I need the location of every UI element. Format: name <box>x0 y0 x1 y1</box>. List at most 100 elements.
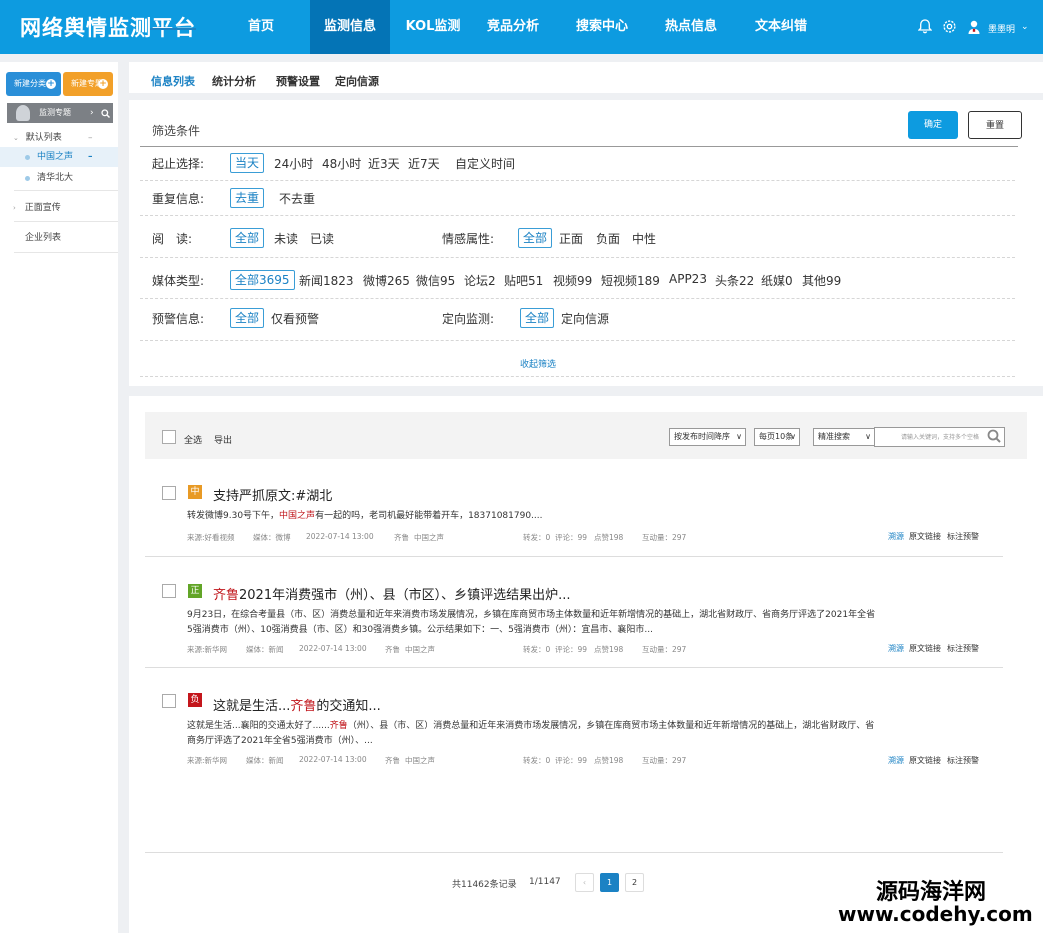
user-icon[interactable] <box>967 19 981 38</box>
original-link[interactable]: 原文链接 <box>909 531 941 542</box>
mark-alert-link[interactable]: 标注预警 <box>947 531 979 542</box>
keyword-highlight: 齐鲁 <box>213 588 240 603</box>
select-all-checkbox[interactable] <box>162 430 176 444</box>
media-option-app[interactable]: APP23 <box>669 272 707 286</box>
media-option-all[interactable]: 全部3695 <box>230 270 295 290</box>
read-option-unread[interactable]: 未读 <box>274 230 298 247</box>
news-title[interactable]: 这就是生活...齐鲁的交通知... <box>213 695 381 714</box>
nav-hot-info[interactable]: 热点信息 <box>658 0 724 54</box>
time-option-24h[interactable]: 24小时 <box>274 155 313 172</box>
bell-icon[interactable] <box>917 19 933 37</box>
time-option-custom[interactable]: 自定义时间 <box>455 155 515 172</box>
gear-icon[interactable] <box>942 19 957 37</box>
nav-monitor-info[interactable]: 监测信息 <box>310 0 390 54</box>
collapse-filter-link[interactable]: 收起筛选 <box>520 357 556 370</box>
news-title[interactable]: 齐鲁2021年消费强市（州）、县（市区）、乡镇评选结果出炉... <box>213 584 571 603</box>
username[interactable]: 墨墨明 <box>988 22 1015 35</box>
sidebar-default-list[interactable]: ⌄ 默认列表 – <box>0 128 118 148</box>
mark-alert-link[interactable]: 标注预警 <box>947 643 979 654</box>
chevron-right-icon[interactable]: › <box>90 103 94 123</box>
media-option-wechat[interactable]: 微信95 <box>416 272 455 289</box>
tab-statistics[interactable]: 统计分析 <box>212 73 256 89</box>
nav-search-center[interactable]: 搜索中心 <box>569 0 635 54</box>
nav-home[interactable]: 首页 <box>240 0 282 54</box>
original-link[interactable]: 原文链接 <box>909 643 941 654</box>
tab-alert-settings[interactable]: 预警设置 <box>276 73 320 89</box>
news-title[interactable]: 支持严抓原文:#湖北 <box>213 485 332 504</box>
item-checkbox[interactable] <box>162 486 176 500</box>
sentiment-option-neutral[interactable]: 中性 <box>632 230 656 247</box>
divider <box>140 298 1015 299</box>
divider <box>14 221 118 222</box>
confirm-button[interactable]: 确定 <box>908 111 958 139</box>
dup-option-keep[interactable]: 不去重 <box>279 190 315 207</box>
sentiment-badge-positive: 正 <box>188 584 202 598</box>
media-option-other[interactable]: 其他99 <box>802 272 841 289</box>
trace-link[interactable]: 溯源 <box>888 755 904 766</box>
tag-org: 中国之声 <box>405 756 435 765</box>
dup-option-dedupe[interactable]: 去重 <box>230 188 265 208</box>
media-option-forum[interactable]: 论坛2 <box>464 272 496 289</box>
tab-directed-source[interactable]: 定向信源 <box>335 73 379 89</box>
like-count: 点赞198 <box>594 756 624 765</box>
select-all-label[interactable]: 全选 <box>184 433 202 446</box>
sidebar-item-qinghuabeida[interactable]: 清华北大 <box>0 168 118 188</box>
plus-icon: + <box>46 79 56 89</box>
page-size-select[interactable]: 每页10条 ∨ <box>754 428 800 446</box>
nav-competitor[interactable]: 竞品分析 <box>480 0 546 54</box>
tab-info-list[interactable]: 信息列表 <box>151 73 195 89</box>
prev-page-button[interactable]: ‹ <box>575 873 594 892</box>
sentiment-option-negative[interactable]: 负面 <box>596 230 620 247</box>
export-button[interactable]: 导出 <box>214 433 232 446</box>
sort-select[interactable]: 按发布时间降序 ∨ <box>669 428 746 446</box>
item-marker-icon[interactable]: – <box>88 147 93 167</box>
sidebar-enterprise-list[interactable]: 企业列表 <box>0 228 118 248</box>
time-option-3d[interactable]: 近3天 <box>368 155 400 172</box>
item-checkbox[interactable] <box>162 584 176 598</box>
mark-alert-link[interactable]: 标注预警 <box>947 755 979 766</box>
sentiment-option-all[interactable]: 全部 <box>518 228 553 248</box>
original-link[interactable]: 原文链接 <box>909 755 941 766</box>
search-icon[interactable] <box>101 103 110 126</box>
time-option-7d[interactable]: 近7天 <box>408 155 440 172</box>
media-option-short-video[interactable]: 短视频189 <box>601 272 660 289</box>
trace-link[interactable]: 溯源 <box>888 643 904 654</box>
media-option-weibo[interactable]: 微博265 <box>363 272 410 289</box>
sidebar-positive-publicity[interactable]: › 正面宣传 <box>0 198 118 218</box>
trace-link[interactable]: 溯源 <box>888 531 904 542</box>
media-option-news[interactable]: 新闻1823 <box>299 272 354 289</box>
new-category-button[interactable]: 新建分类 + <box>6 72 61 96</box>
filter-title: 筛选条件 <box>152 124 201 138</box>
sidebar-item-label: 中国之声 <box>37 152 74 162</box>
alert-option-only[interactable]: 仅看预警 <box>271 310 319 327</box>
read-option-all[interactable]: 全部 <box>230 228 265 248</box>
directed-option-all[interactable]: 全部 <box>520 308 555 328</box>
read-option-read[interactable]: 已读 <box>310 230 334 247</box>
new-topic-button[interactable]: 新建专题 + <box>63 72 113 96</box>
media-option-print[interactable]: 纸媒0 <box>761 272 793 289</box>
time-option-today[interactable]: 当天 <box>230 153 265 173</box>
monitor-topic-header[interactable]: 监测专题 › <box>7 103 113 123</box>
item-checkbox[interactable] <box>162 694 176 708</box>
alert-option-all[interactable]: 全部 <box>230 308 265 328</box>
info-list-panel: 全选 导出 按发布时间降序 ∨ 每页10条 ∨ 精准搜索 ∨ 请输入关键词，支持多个空… <box>129 396 1043 933</box>
nav-text-correction[interactable]: 文本纠错 <box>748 0 814 54</box>
media-option-tieba[interactable]: 贴吧51 <box>504 272 543 289</box>
search-icon[interactable] <box>987 429 1001 448</box>
precise-search-select[interactable]: 精准搜索 ∨ <box>813 428 875 446</box>
collapse-icon[interactable]: – <box>88 128 93 148</box>
directed-option-source[interactable]: 定向信源 <box>561 310 609 327</box>
media-option-video[interactable]: 视频99 <box>553 272 592 289</box>
user-menu-caret[interactable]: ⌄ <box>1021 22 1029 32</box>
divider <box>145 667 1003 668</box>
search-input[interactable]: 请输入关键词，支持多个空格 <box>874 427 1005 447</box>
time-option-48h[interactable]: 48小时 <box>322 155 361 172</box>
nav-kol[interactable]: KOL监测 <box>400 0 466 54</box>
watermark-url: www.codehy.com <box>838 902 1033 926</box>
sidebar-item-zhongguozhisheng[interactable]: 中国之声 – <box>0 147 118 167</box>
media-option-toutiao[interactable]: 头条22 <box>715 272 754 289</box>
page-1-button[interactable]: 1 <box>600 873 619 892</box>
reset-button[interactable]: 重置 <box>968 111 1022 139</box>
sentiment-option-positive[interactable]: 正面 <box>559 230 583 247</box>
page-2-button[interactable]: 2 <box>625 873 644 892</box>
